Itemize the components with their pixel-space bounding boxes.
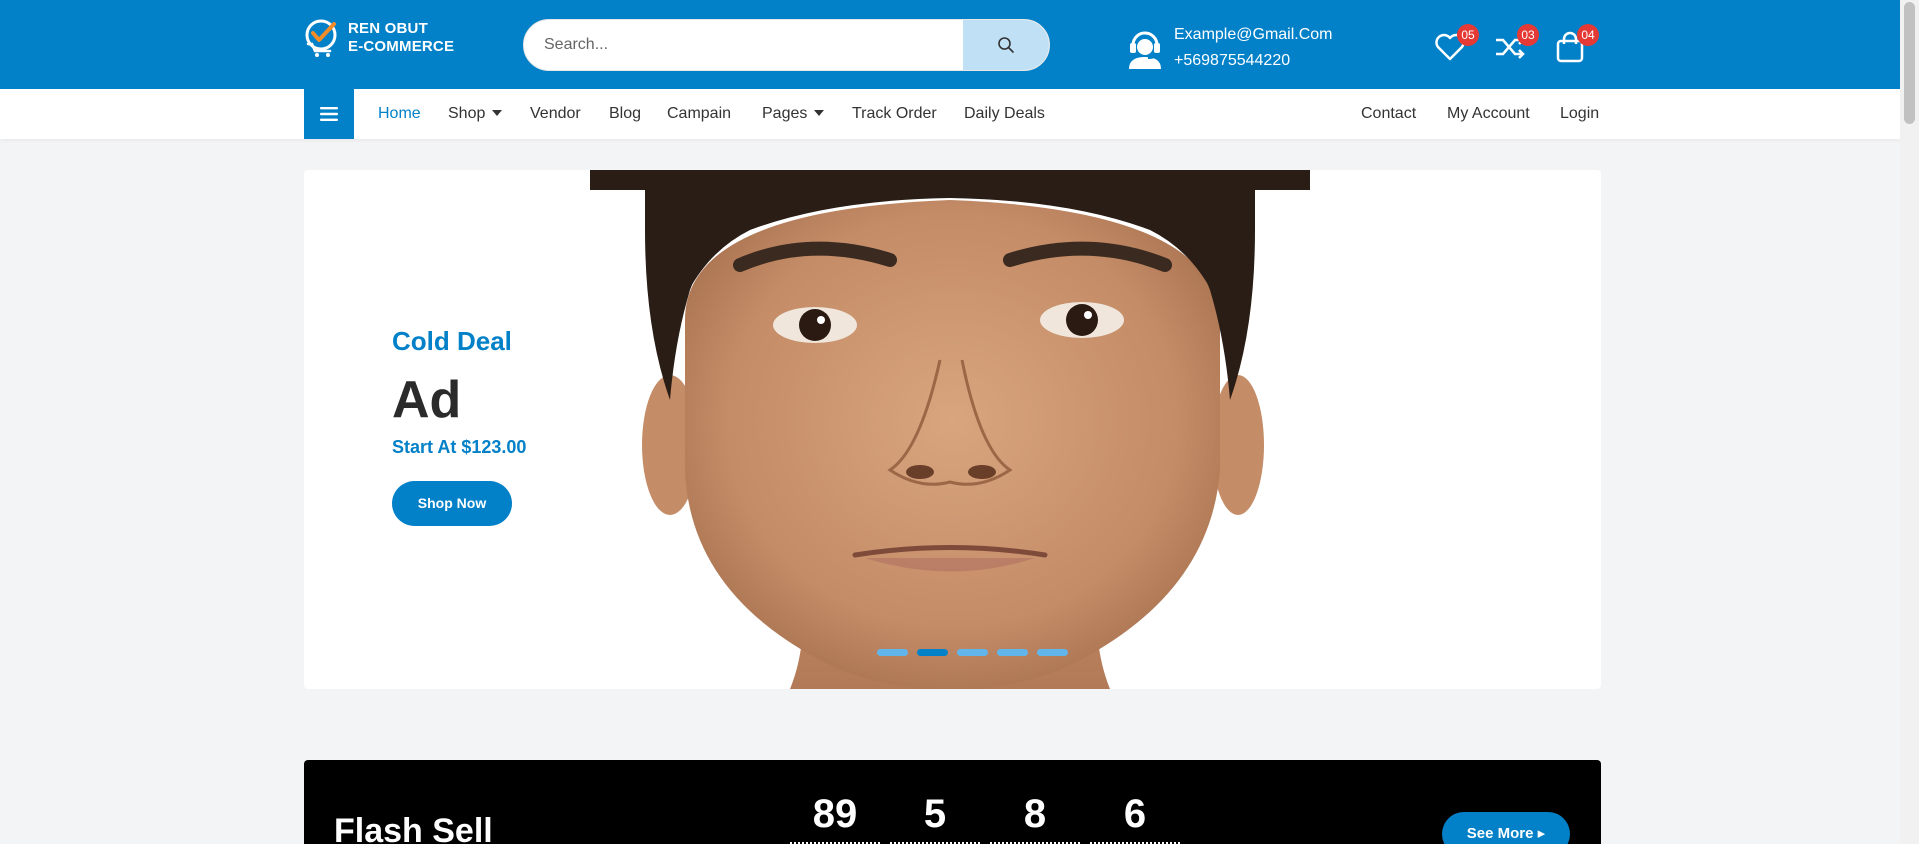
nav-pages[interactable]: Pages — [762, 105, 825, 123]
hero-text: Cold Deal Ad Start At $123.00 Shop Now — [392, 326, 526, 526]
search-input[interactable] — [524, 20, 964, 70]
page-scrollbar-track[interactable] — [1900, 0, 1919, 844]
page-scrollbar-thumb[interactable] — [1904, 2, 1915, 124]
nav-track-order[interactable]: Track Order — [852, 105, 937, 123]
nav-campain[interactable]: Campain — [667, 105, 731, 123]
compare-count-badge: 03 — [1517, 24, 1539, 46]
search-icon — [998, 37, 1014, 53]
site-logo[interactable]: REN OBUT E-COMMERCE — [304, 18, 454, 58]
flash-sell-section: Flash Sell 89 5 8 6 See More ▸ — [304, 760, 1601, 844]
contact-info: Example@Gmail.Com +569875544220 — [1126, 22, 1333, 74]
top-header: REN OBUT E-COMMERCE Example@Gmail.Com +5… — [0, 0, 1900, 89]
nav-my-account[interactable]: My Account — [1447, 105, 1530, 123]
hamburger-icon — [320, 107, 338, 121]
slider-dot[interactable] — [877, 649, 908, 656]
main-nav: Home Shop Vendor Blog Campain Pages Trac… — [0, 89, 1900, 139]
logo-line-1: REN OBUT — [348, 20, 428, 37]
cart-check-logo-icon — [305, 19, 337, 57]
countdown-minutes: 8 — [1023, 792, 1047, 836]
cart-button[interactable]: 04 — [1553, 24, 1599, 64]
wishlist-count-badge: 05 — [1457, 24, 1479, 46]
slider-dots — [877, 649, 1068, 656]
nav-contact[interactable]: Contact — [1361, 105, 1416, 123]
see-more-button[interactable]: See More ▸ — [1442, 812, 1570, 844]
nav-shop[interactable]: Shop — [448, 105, 503, 123]
nav-home[interactable]: Home — [378, 105, 421, 123]
compare-button[interactable]: 03 — [1493, 24, 1539, 64]
headset-user-icon — [1129, 31, 1161, 69]
countdown-seconds: 6 — [1123, 792, 1147, 836]
contact-email[interactable]: Example@Gmail.Com — [1174, 22, 1333, 48]
hero-slider: Cold Deal Ad Start At $123.00 Shop Now — [304, 170, 1601, 689]
nav-blog[interactable]: Blog — [609, 105, 641, 123]
wishlist-button[interactable]: 05 — [1433, 24, 1479, 64]
caret-down-icon — [814, 110, 825, 116]
hero-product-image — [590, 170, 1310, 689]
nav-shop-label: Shop — [448, 105, 486, 122]
nav-daily-deals[interactable]: Daily Deals — [964, 105, 1045, 123]
search-button[interactable] — [963, 20, 1049, 70]
contact-phone[interactable]: +569875544220 — [1174, 48, 1333, 74]
hero-price: Start At $123.00 — [392, 437, 527, 457]
countdown-days: 89 — [812, 792, 858, 836]
category-menu-button[interactable] — [304, 89, 354, 139]
nav-login[interactable]: Login — [1560, 105, 1599, 123]
hero-title: Ad — [392, 371, 462, 429]
slider-dot-active[interactable] — [917, 649, 948, 656]
search-bar — [523, 19, 1050, 71]
cart-count-badge: 04 — [1577, 24, 1599, 46]
flash-sell-title: Flash Sell — [334, 812, 493, 844]
see-more-label: See More — [1466, 825, 1534, 842]
hero-subtitle: Cold Deal — [392, 326, 512, 356]
nav-pages-label: Pages — [762, 105, 808, 122]
shop-now-button[interactable]: Shop Now — [392, 481, 512, 526]
caret-right-icon: ▸ — [1537, 825, 1546, 842]
countdown-hours: 5 — [923, 792, 947, 836]
logo-line-2: E-COMMERCE — [348, 38, 455, 55]
slider-dot[interactable] — [957, 649, 988, 656]
slider-dot[interactable] — [997, 649, 1028, 656]
slider-dot[interactable] — [1037, 649, 1068, 656]
caret-down-icon — [492, 110, 503, 116]
nav-vendor[interactable]: Vendor — [530, 105, 581, 123]
logo-text: REN OBUT E-COMMERCE — [348, 20, 454, 56]
